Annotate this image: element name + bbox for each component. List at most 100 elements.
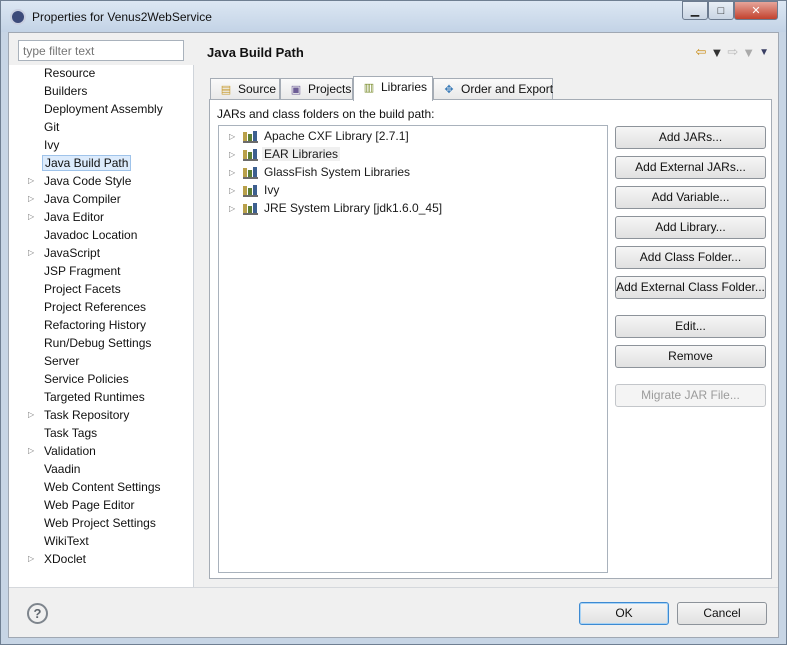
add-library-button[interactable]: Add Library... [615,216,766,239]
expand-arrow-icon[interactable]: ▷ [28,554,36,564]
edit-button[interactable]: Edit... [615,315,766,338]
library-label: GlassFish System Libraries [264,165,411,179]
nav-item-label: Web Content Settings [44,480,161,494]
source-folder-icon: ▤ [220,84,232,96]
tab-libraries[interactable]: ▥ Libraries [353,76,433,101]
nav-item-label: Ivy [44,138,60,152]
close-button[interactable]: ✕ [734,1,778,20]
library-label: JRE System Library [jdk1.6.0_45] [264,201,443,215]
library-item[interactable]: ▷ Apache CXF Library [2.7.1] [219,128,519,146]
help-icon[interactable]: ? [27,603,48,624]
nav-item-label: Builders [44,84,88,98]
nav-item[interactable]: Web Page Editor [9,497,194,515]
nav-item[interactable]: ▷ Task Repository [9,407,194,425]
expand-arrow-icon[interactable]: ▷ [229,168,235,177]
tab-order-and-export[interactable]: ✥ Order and Export [433,78,553,100]
nav-item[interactable]: Web Project Settings [9,515,194,533]
nav-item[interactable]: Run/Debug Settings [9,335,194,353]
nav-item[interactable]: ▷ Java Editor [9,209,194,227]
expand-arrow-icon[interactable]: ▷ [28,176,36,186]
back-dropdown-icon[interactable]: ▼ [710,45,723,60]
ok-button[interactable]: OK [579,602,669,625]
back-arrow-icon[interactable]: ⇦ [696,44,707,60]
library-icon [243,149,258,161]
tab-label: Order and Export [461,82,554,96]
library-label: EAR Libraries [262,147,341,161]
library-label: Ivy [264,183,280,197]
nav-item-label: Java Editor [44,210,105,224]
nav-item-label: JSP Fragment [44,264,121,278]
nav-item[interactable]: Git [9,119,194,137]
nav-item[interactable]: ▷ Java Code Style [9,173,194,191]
remove-button[interactable]: Remove [615,345,766,368]
expand-arrow-icon[interactable]: ▷ [28,194,36,204]
nav-item[interactable]: Project References [9,299,194,317]
nav-item-label: Web Project Settings [44,516,156,530]
nav-item[interactable]: WikiText [9,533,194,551]
library-icon [243,185,258,197]
nav-item[interactable]: JSP Fragment [9,263,194,281]
tab-projects[interactable]: ▣ Projects [280,78,353,100]
expand-arrow-icon[interactable]: ▷ [229,150,235,159]
minimize-button[interactable]: ▁ [682,1,708,20]
property-page-tree: Resource Builders Deployment Assembly Git Iv… [9,65,194,587]
nav-item[interactable]: ▷ Java Compiler [9,191,194,209]
add-variable-button[interactable]: Add Variable... [615,186,766,209]
nav-item[interactable]: Javadoc Location [9,227,194,245]
nav-item[interactable]: Deployment Assembly [9,101,194,119]
nav-item[interactable]: Vaadin [9,461,194,479]
expand-arrow-icon[interactable]: ▷ [28,446,36,456]
nav-item-label: Run/Debug Settings [44,336,152,350]
nav-item[interactable]: Service Policies [9,371,194,389]
forward-arrow-icon[interactable]: ⇨ [727,44,738,60]
expand-arrow-icon[interactable]: ▷ [28,410,36,420]
nav-item[interactable]: ▷ JavaScript [9,245,194,263]
nav-item[interactable]: Targeted Runtimes [9,389,194,407]
nav-item-label: Java Build Path [42,155,132,171]
expand-arrow-icon[interactable]: ▷ [229,204,235,213]
nav-item[interactable]: Web Content Settings [9,479,194,497]
expand-arrow-icon[interactable]: ▷ [229,132,235,141]
library-item[interactable]: ▷ GlassFish System Libraries [219,164,519,182]
eclipse-icon [10,9,26,25]
nav-item[interactable]: Project Facets [9,281,194,299]
library-icon [243,167,258,179]
cancel-button[interactable]: Cancel [677,602,767,625]
nav-item-label: Task Repository [44,408,130,422]
nav-item-label: JavaScript [44,246,101,260]
tab-source[interactable]: ▤ Source [210,78,280,100]
maximize-button[interactable]: □ [708,1,734,20]
add-external-jars-button[interactable]: Add External JARs... [615,156,766,179]
nav-item-label: Deployment Assembly [44,102,163,116]
library-item[interactable]: ▷ Ivy [219,182,519,200]
library-tree[interactable]: ▷ Apache CXF Library [2.7.1] ▷ EAR Librarie… [218,125,608,573]
nav-item[interactable]: ▷ XDoclet [9,551,194,569]
title-bar: Properties for Venus2WebService ▁ □ ✕ [1,1,786,32]
add-class-folder-button[interactable]: Add Class Folder... [615,246,766,269]
nav-item-label: Javadoc Location [44,228,138,242]
nav-item[interactable]: ▷ Validation [9,443,194,461]
order-export-icon: ✥ [444,84,454,96]
nav-item[interactable]: Server [9,353,194,371]
nav-item-label: Task Tags [44,426,98,440]
nav-item[interactable]: Builders [9,83,194,101]
nav-item[interactable]: Refactoring History [9,317,194,335]
expand-arrow-icon[interactable]: ▷ [28,248,36,258]
window-controls: ▁ □ ✕ [682,1,778,21]
dialog-client-area: Resource Builders Deployment Assembly Git Iv… [8,32,779,638]
nav-item[interactable]: Ivy [9,137,194,155]
library-item[interactable]: ▷ EAR Libraries [219,146,519,164]
add-jars-button[interactable]: Add JARs... [615,126,766,149]
view-menu-icon[interactable]: ▼ [759,47,769,58]
forward-dropdown-icon[interactable]: ▼ [742,45,755,60]
nav-item-label: Server [44,354,80,368]
expand-arrow-icon[interactable]: ▷ [28,212,36,222]
nav-item[interactable]: Resource [9,65,194,83]
nav-item[interactable]: Java Build Path [9,155,194,173]
filter-input[interactable] [18,40,184,61]
expand-arrow-icon[interactable]: ▷ [229,186,235,195]
nav-item-label: Java Compiler [44,192,121,206]
library-item[interactable]: ▷ JRE System Library [jdk1.6.0_45] [219,200,519,218]
add-external-class-folder-button[interactable]: Add External Class Folder... [615,276,766,299]
nav-item[interactable]: Task Tags [9,425,194,443]
